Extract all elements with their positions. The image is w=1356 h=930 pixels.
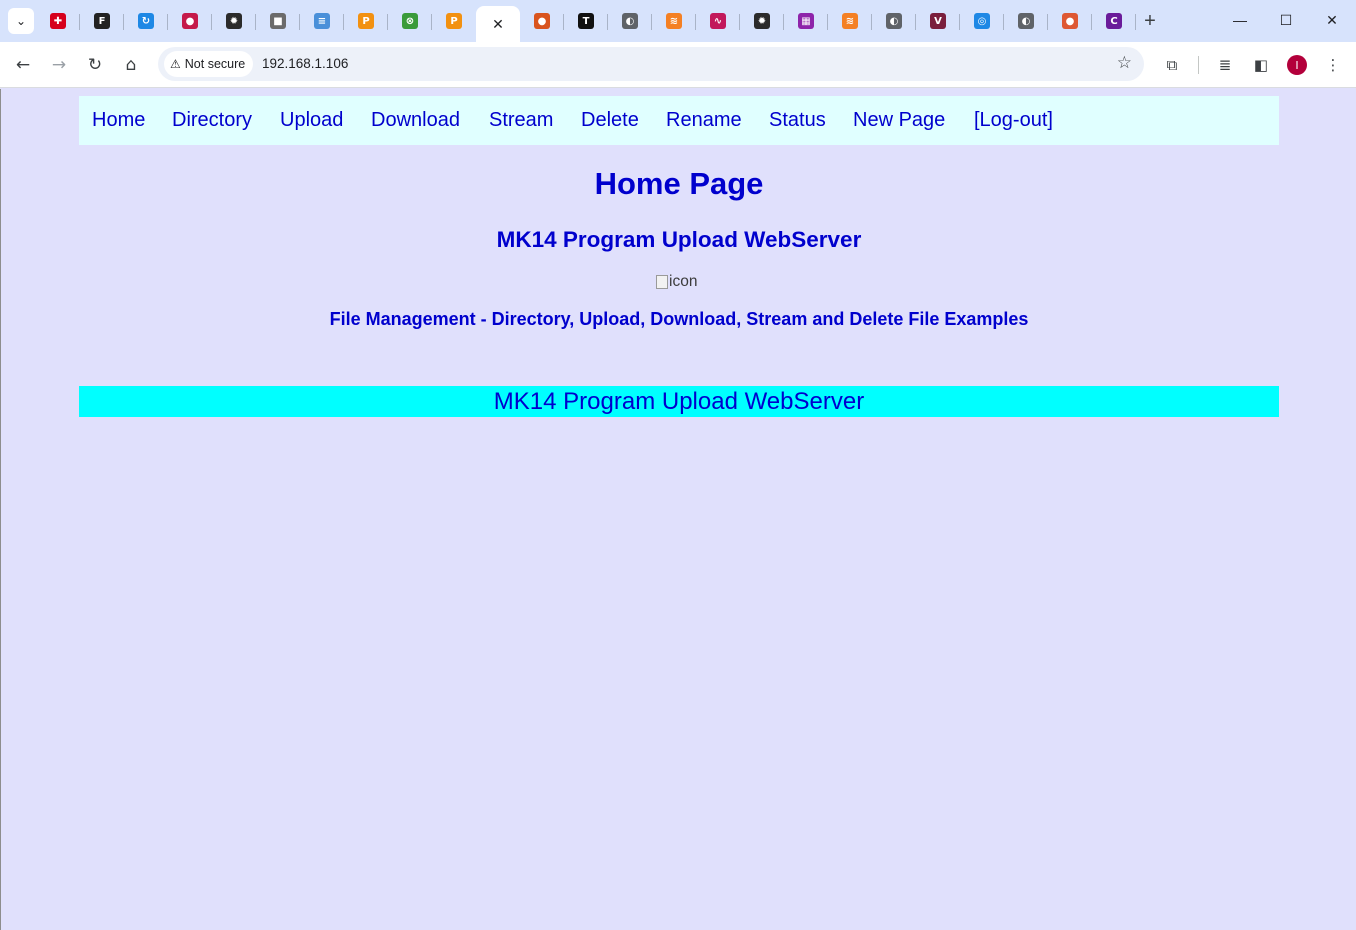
page-description: File Management - Directory, Upload, Dow…	[329, 309, 1029, 329]
c-logo-icon: C	[1106, 13, 1122, 29]
nav-home-link[interactable]: Home	[92, 109, 145, 132]
side-panel-icon[interactable]: ◧	[1246, 50, 1276, 80]
globe-icon: ◐	[622, 13, 638, 29]
red-puzzle-icon: ✚	[50, 13, 66, 29]
tab-search-chevron-icon[interactable]: ⌄	[8, 8, 34, 34]
tab-strip: ⌄ ✚ F ↻ ● ✹ ■ ≡ P ⊗ P ✕ ● T ◐ ≋ ∿ ✹ ▦ ≋ ◐ V ◎ ◐ ● C + — ☐ ✕	[0, 0, 1356, 42]
nav-status-link[interactable]: Status	[769, 109, 826, 132]
browser-tab[interactable]: V	[916, 7, 960, 35]
gear-dark-icon: ✹	[226, 13, 242, 29]
profile-initial: I	[1287, 55, 1307, 75]
nav-download-link[interactable]: Download	[371, 109, 460, 132]
page-title: Home Page	[594, 166, 764, 201]
chat-icon: ◎	[974, 13, 990, 29]
tab-active[interactable]: ✕	[476, 6, 520, 42]
maximize-icon[interactable]: ☐	[1263, 6, 1309, 34]
browser-tab[interactable]: ≋	[828, 7, 872, 35]
nav-directory-link[interactable]: Directory	[172, 109, 252, 132]
globe-icon: ◐	[886, 13, 902, 29]
grid-app-icon: ▦	[798, 13, 814, 29]
browser-tab[interactable]: ●	[520, 7, 564, 35]
browser-tab[interactable]: ✹	[740, 7, 784, 35]
browser-tab[interactable]: ∿	[696, 7, 740, 35]
phpmyadmin-icon: P	[446, 13, 462, 29]
bookmark-star-icon[interactable]: ☆	[1117, 53, 1132, 73]
browser-tab[interactable]: ◐	[872, 7, 916, 35]
browser-tab[interactable]: ↻	[124, 7, 168, 35]
window-close-icon[interactable]: ✕	[1309, 6, 1355, 34]
gear-dark-icon: ✹	[754, 13, 770, 29]
document-icon: ≡	[314, 13, 330, 29]
reload-icon[interactable]: ↻	[80, 50, 110, 80]
new-tab-button[interactable]: +	[1136, 8, 1164, 34]
browser-tab[interactable]: T	[564, 7, 608, 35]
browser-tab[interactable]: ●	[168, 7, 212, 35]
security-chip[interactable]: ⚠ Not secure	[164, 51, 254, 77]
green-circle-icon: ⊗	[402, 13, 418, 29]
browser-tab[interactable]: ✚	[36, 7, 80, 35]
nav-new-page-link[interactable]: New Page	[853, 109, 945, 132]
page-subtitle: MK14 Program Upload WebServer	[496, 227, 862, 252]
top-navigation: Home Directory Upload Download Stream De…	[79, 96, 1279, 145]
browser-tab[interactable]: P	[344, 7, 388, 35]
browser-tab[interactable]: ◐	[1004, 7, 1048, 35]
phpmyadmin-icon: P	[358, 13, 374, 29]
minimize-icon[interactable]: —	[1217, 6, 1263, 34]
address-bar[interactable]: ⚠ Not secure 192.168.1.106 ☆	[158, 47, 1144, 81]
browser-tab[interactable]: ■	[256, 7, 300, 35]
wave-icon: ∿	[710, 13, 726, 29]
nav-logout-link[interactable]: [Log-out]	[974, 109, 1053, 132]
kebab-menu-icon[interactable]: ⋮	[1318, 50, 1348, 80]
browser-tab[interactable]: ◐	[608, 7, 652, 35]
globe-icon: ◐	[1018, 13, 1034, 29]
nav-delete-link[interactable]: Delete	[581, 109, 639, 132]
stackoverflow-icon: ≋	[842, 13, 858, 29]
toolbar-divider	[1198, 56, 1199, 74]
profile-avatar[interactable]: I	[1282, 50, 1312, 80]
browser-tab[interactable]: ◎	[960, 7, 1004, 35]
duckduckgo-icon: ●	[1062, 13, 1078, 29]
broken-image-icon	[656, 275, 668, 289]
broken-image: icon	[656, 273, 697, 291]
browser-toolbar: ← → ↻ ⌂ ⚠ Not secure 192.168.1.106 ☆ ⧉ ≣…	[0, 42, 1356, 88]
f-logo-icon: F	[94, 13, 110, 29]
home-icon[interactable]: ⌂	[116, 50, 146, 80]
tes-icon: T	[578, 13, 594, 29]
browser-tab[interactable]: ●	[1048, 7, 1092, 35]
browser-tab[interactable]: ⊗	[388, 7, 432, 35]
balloon-icon: ●	[534, 13, 550, 29]
page-content: Home Directory Upload Download Stream De…	[0, 89, 1356, 930]
v-logo-icon: V	[930, 13, 946, 29]
url-text[interactable]: 192.168.1.106	[262, 56, 348, 71]
browser-tab[interactable]: ≋	[652, 7, 696, 35]
browser-tab[interactable]: P	[432, 7, 476, 35]
media-queue-icon[interactable]: ≣	[1210, 50, 1240, 80]
back-arrow-icon[interactable]: ←	[8, 50, 38, 80]
browser-tab[interactable]: F	[80, 7, 124, 35]
close-icon[interactable]: ✕	[492, 16, 504, 33]
nav-upload-link[interactable]: Upload	[280, 109, 343, 132]
browser-tab[interactable]: ▦	[784, 7, 828, 35]
browser-tab[interactable]: ✹	[212, 7, 256, 35]
image-alt-text: icon	[669, 273, 698, 290]
nav-stream-link[interactable]: Stream	[489, 109, 553, 132]
page-footer: MK14 Program Upload WebServer	[79, 386, 1279, 417]
extensions-puzzle-icon[interactable]: ⧉	[1157, 50, 1187, 80]
browser-tab[interactable]: ≡	[300, 7, 344, 35]
security-label: Not secure	[184, 57, 246, 71]
raspberry-icon: ●	[182, 13, 198, 29]
forward-arrow-icon[interactable]: →	[44, 50, 74, 80]
browser-tab[interactable]: C	[1092, 7, 1136, 35]
grey-box-icon: ■	[270, 13, 286, 29]
stackoverflow-icon: ≋	[666, 13, 682, 29]
nav-rename-link[interactable]: Rename	[666, 109, 742, 132]
warning-triangle-icon: ⚠	[170, 57, 181, 71]
refresh-blue-icon: ↻	[138, 13, 154, 29]
